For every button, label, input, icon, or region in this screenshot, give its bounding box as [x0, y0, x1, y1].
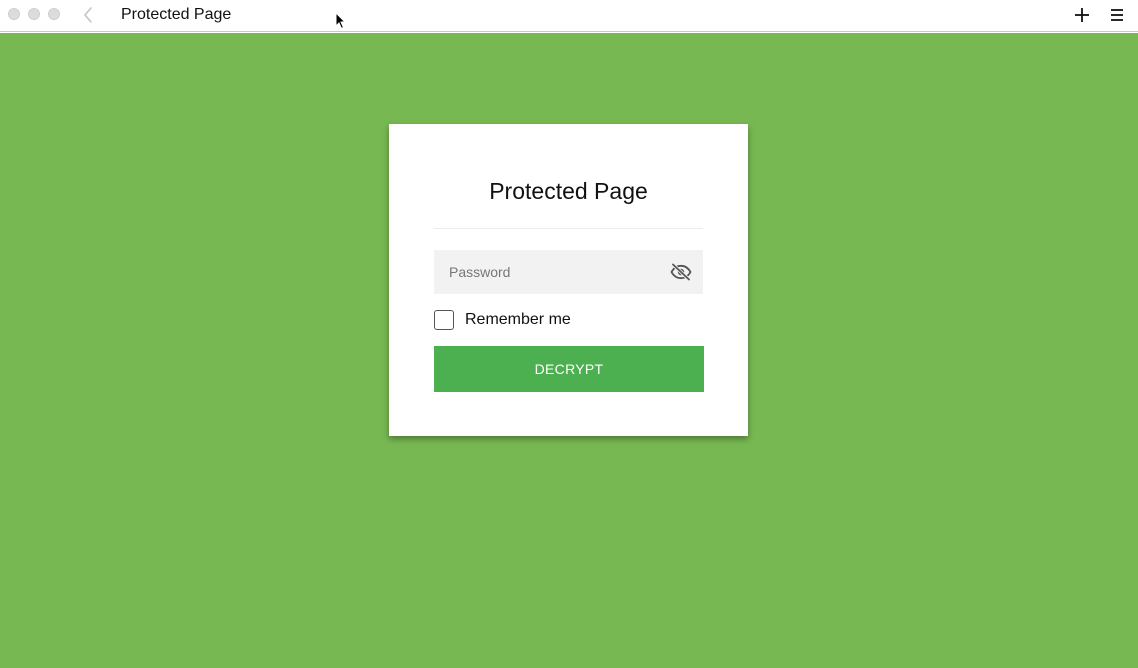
hamburger-menu-icon	[1111, 9, 1123, 21]
password-visibility-toggle[interactable]	[670, 263, 692, 281]
page-content: Protected Page Remember me DECRYPT	[0, 33, 1138, 668]
card-title: Protected Page	[489, 178, 648, 204]
title-divider	[434, 228, 703, 229]
login-card: Protected Page Remember me DECRYPT	[389, 124, 748, 436]
browser-window: Protected Page Protected Page Remember m…	[0, 0, 1138, 668]
plus-icon	[1075, 8, 1089, 22]
remember-me-row[interactable]: Remember me	[434, 310, 571, 330]
mouse-cursor-icon	[335, 12, 347, 30]
maximize-window-button[interactable]	[48, 8, 60, 20]
new-tab-button[interactable]	[1073, 6, 1091, 24]
remember-me-checkbox[interactable]	[434, 310, 454, 330]
window-title: Protected Page	[121, 6, 232, 23]
menu-button[interactable]	[1109, 7, 1125, 23]
back-button[interactable]	[80, 5, 96, 25]
title-bar: Protected Page	[0, 0, 1138, 32]
close-window-button[interactable]	[8, 8, 20, 20]
minimize-window-button[interactable]	[28, 8, 40, 20]
remember-me-label: Remember me	[465, 311, 571, 328]
password-input[interactable]	[434, 250, 703, 294]
eye-slash-icon	[670, 263, 692, 281]
decrypt-button[interactable]: DECRYPT	[434, 346, 704, 392]
chevron-left-icon	[84, 7, 92, 23]
